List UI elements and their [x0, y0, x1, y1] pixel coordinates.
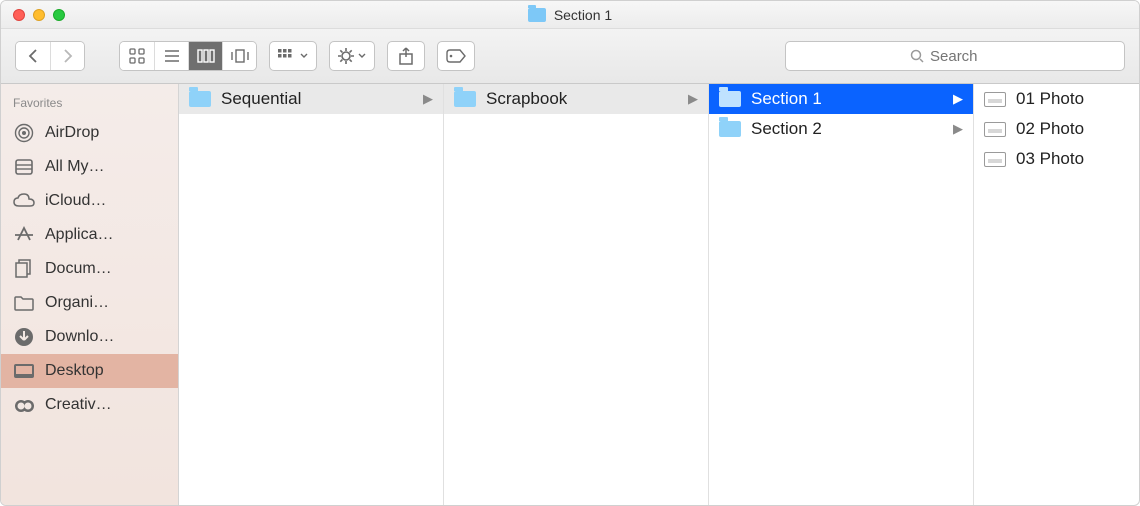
view-mode-buttons [119, 41, 257, 71]
sidebar-item-all-my-files[interactable]: All My… [1, 150, 178, 184]
tag-icon [446, 49, 466, 63]
zoom-window-button[interactable] [53, 9, 65, 21]
sidebar: Favorites AirDrop All My… iCloud… Applic… [1, 84, 179, 505]
gear-icon [338, 48, 354, 64]
list-item[interactable]: Section 2 ▶ [709, 114, 973, 144]
sidebar-item-label: Desktop [45, 362, 104, 380]
column-2: Scrapbook ▶ [444, 84, 709, 505]
item-label: Section 1 [751, 89, 822, 109]
list-item[interactable]: Section 1 ▶ [709, 84, 973, 114]
folder-icon [528, 8, 546, 22]
chevron-down-icon [300, 53, 308, 59]
close-window-button[interactable] [13, 9, 25, 21]
sidebar-item-desktop[interactable]: Desktop [1, 354, 178, 388]
sidebar-item-creative-cloud[interactable]: Creativ… [1, 388, 178, 422]
column-1: Sequential ▶ [179, 84, 444, 505]
creative-cloud-icon [13, 394, 35, 416]
folder-icon [719, 121, 741, 137]
sidebar-item-label: Downlo… [45, 328, 114, 346]
chevron-right-icon: ▶ [423, 91, 433, 107]
window-title: Section 1 [528, 7, 612, 23]
column-view-button[interactable] [188, 42, 222, 70]
nav-buttons [15, 41, 85, 71]
image-file-icon [984, 122, 1006, 137]
window-controls [13, 9, 65, 21]
window-body: Favorites AirDrop All My… iCloud… Applic… [1, 84, 1139, 505]
sidebar-item-downloads[interactable]: Downlo… [1, 320, 178, 354]
forward-button[interactable] [50, 42, 84, 70]
sidebar-item-label: All My… [45, 158, 105, 176]
files-icon [13, 156, 35, 178]
image-file-icon [984, 92, 1006, 107]
sidebar-item-airdrop[interactable]: AirDrop [1, 116, 178, 150]
search-field[interactable] [785, 41, 1125, 71]
sidebar-item-icloud[interactable]: iCloud… [1, 184, 178, 218]
list-item[interactable]: 02 Photo [974, 114, 1139, 144]
folder-icon [13, 292, 35, 314]
back-button[interactable] [16, 42, 50, 70]
minimize-window-button[interactable] [33, 9, 45, 21]
folder-icon [454, 91, 476, 107]
window-title-text: Section 1 [554, 7, 612, 23]
icon-view-button[interactable] [120, 42, 154, 70]
sidebar-item-applications[interactable]: Applica… [1, 218, 178, 252]
list-item[interactable]: 01 Photo [974, 84, 1139, 114]
item-label: 03 Photo [1016, 149, 1084, 169]
image-file-icon [984, 152, 1006, 167]
sidebar-item-documents[interactable]: Docum… [1, 252, 178, 286]
titlebar: Section 1 [1, 1, 1139, 29]
arrange-button[interactable] [269, 41, 317, 71]
chevron-right-icon: ▶ [953, 91, 963, 107]
desktop-icon [13, 360, 35, 382]
chevron-right-icon: ▶ [688, 91, 698, 107]
sidebar-item-organized[interactable]: Organi… [1, 286, 178, 320]
search-input[interactable] [930, 48, 1000, 65]
item-label: Sequential [221, 89, 301, 109]
item-label: 01 Photo [1016, 89, 1084, 109]
applications-icon [13, 224, 35, 246]
documents-icon [13, 258, 35, 280]
cloud-icon [13, 190, 35, 212]
toolbar [1, 29, 1139, 84]
search-icon [910, 49, 924, 63]
sidebar-item-label: Applica… [45, 226, 113, 244]
column-3: Section 1 ▶ Section 2 ▶ [709, 84, 974, 505]
action-button[interactable] [329, 41, 375, 71]
item-label: 02 Photo [1016, 119, 1084, 139]
list-item[interactable]: Sequential ▶ [179, 84, 443, 114]
airdrop-icon [13, 122, 35, 144]
gallery-view-button[interactable] [222, 42, 256, 70]
list-view-button[interactable] [154, 42, 188, 70]
sidebar-item-label: AirDrop [45, 124, 99, 142]
finder-window: Section 1 [0, 0, 1140, 506]
tags-button[interactable] [437, 41, 475, 71]
chevron-right-icon: ▶ [953, 121, 963, 137]
item-label: Scrapbook [486, 89, 567, 109]
sidebar-item-label: Creativ… [45, 396, 112, 414]
chevron-down-icon [358, 53, 366, 59]
column-4: 01 Photo 02 Photo 03 Photo [974, 84, 1139, 505]
downloads-icon [13, 326, 35, 348]
sidebar-section-header: Favorites [1, 92, 178, 116]
sidebar-item-label: iCloud… [45, 192, 106, 210]
folder-icon [719, 91, 741, 107]
share-button[interactable] [387, 41, 425, 71]
item-label: Section 2 [751, 119, 822, 139]
list-item[interactable]: 03 Photo [974, 144, 1139, 174]
list-item[interactable]: Scrapbook ▶ [444, 84, 708, 114]
column-browser: Sequential ▶ Scrapbook ▶ Section 1 ▶ [179, 84, 1139, 505]
folder-icon [189, 91, 211, 107]
sidebar-item-label: Organi… [45, 294, 109, 312]
sidebar-item-label: Docum… [45, 260, 112, 278]
share-icon [399, 47, 413, 65]
